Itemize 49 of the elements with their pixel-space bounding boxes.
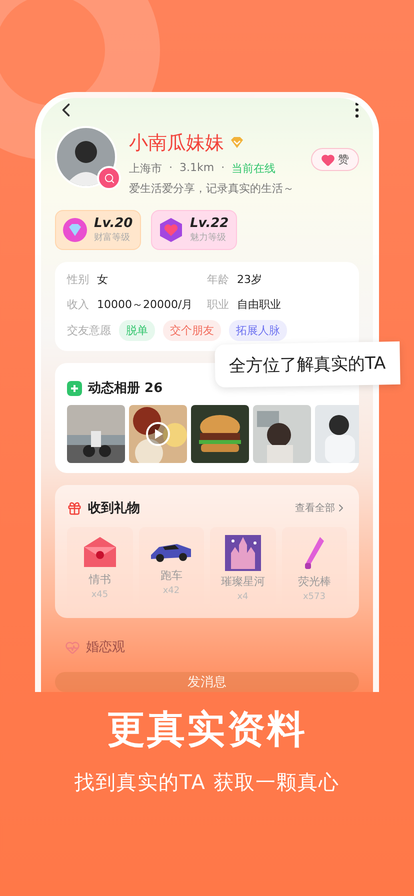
separator: · bbox=[221, 161, 225, 176]
glow-stick-icon bbox=[302, 535, 326, 571]
intent-tag: 脱单 bbox=[119, 320, 155, 341]
subtitle: 找到真实的TA 获取一颗真心 bbox=[74, 769, 340, 796]
gift-count: x4 bbox=[237, 592, 248, 602]
heart-pulse-icon bbox=[65, 640, 80, 654]
gift-name: 跑车 bbox=[160, 568, 182, 583]
intent-tag: 拓展人脉 bbox=[229, 320, 287, 341]
gift-count: x42 bbox=[162, 586, 180, 596]
callout-text: 全方位了解真实的TA bbox=[214, 341, 400, 388]
profile-meta: 3.1km bbox=[180, 161, 214, 176]
section-title: 婚恋观 bbox=[86, 639, 125, 656]
bio-text: 爱生活爱分享，记录真实的生活～ bbox=[129, 181, 295, 196]
gifts-title: 收到礼物 bbox=[88, 500, 140, 517]
view-all-link[interactable]: 查看全部 bbox=[295, 501, 347, 515]
user-name: 小南瓜妹妹 bbox=[129, 131, 224, 156]
more-icon[interactable] bbox=[355, 102, 359, 118]
album-title: 动态相册 26 bbox=[88, 380, 163, 397]
field-label: 交友意愿 bbox=[67, 323, 111, 338]
separator: · bbox=[169, 161, 172, 176]
level-label: 魅力等级 bbox=[190, 232, 227, 244]
field-value: 23岁 bbox=[237, 272, 262, 287]
profile-meta: 上海市 bbox=[129, 161, 162, 176]
field-value: 自由职业 bbox=[237, 297, 281, 312]
like-button[interactable]: 赞 bbox=[311, 148, 359, 171]
level-value: Lv.22 bbox=[190, 216, 229, 231]
field-label: 年龄 bbox=[207, 272, 229, 287]
level-label: 财富等级 bbox=[94, 232, 131, 244]
field-value: 10000～20000/月 bbox=[97, 297, 193, 312]
gift-name: 情书 bbox=[88, 572, 111, 587]
field-label: 职业 bbox=[207, 297, 229, 312]
field-label: 收入 bbox=[67, 297, 89, 312]
intent-tag: 交个朋友 bbox=[163, 320, 221, 341]
gift-count: x573 bbox=[302, 592, 326, 602]
headline: 更真实资料 bbox=[107, 706, 307, 753]
gift-name: 璀璨星河 bbox=[220, 574, 265, 589]
gift-count: x45 bbox=[91, 590, 108, 600]
castle-icon bbox=[224, 535, 261, 571]
search-icon[interactable] bbox=[97, 166, 121, 190]
play-icon[interactable] bbox=[145, 421, 171, 447]
level-value: Lv.20 bbox=[94, 216, 133, 231]
gift-icon bbox=[67, 500, 82, 516]
field-value: 女 bbox=[97, 272, 108, 287]
online-status: 当前在线 bbox=[232, 161, 276, 176]
heart-icon bbox=[321, 152, 335, 166]
gift-name: 荧光棒 bbox=[298, 574, 331, 589]
message-button[interactable]: 发消息 bbox=[55, 672, 359, 692]
heart-icon bbox=[158, 217, 184, 243]
field-label: 性别 bbox=[67, 272, 89, 287]
